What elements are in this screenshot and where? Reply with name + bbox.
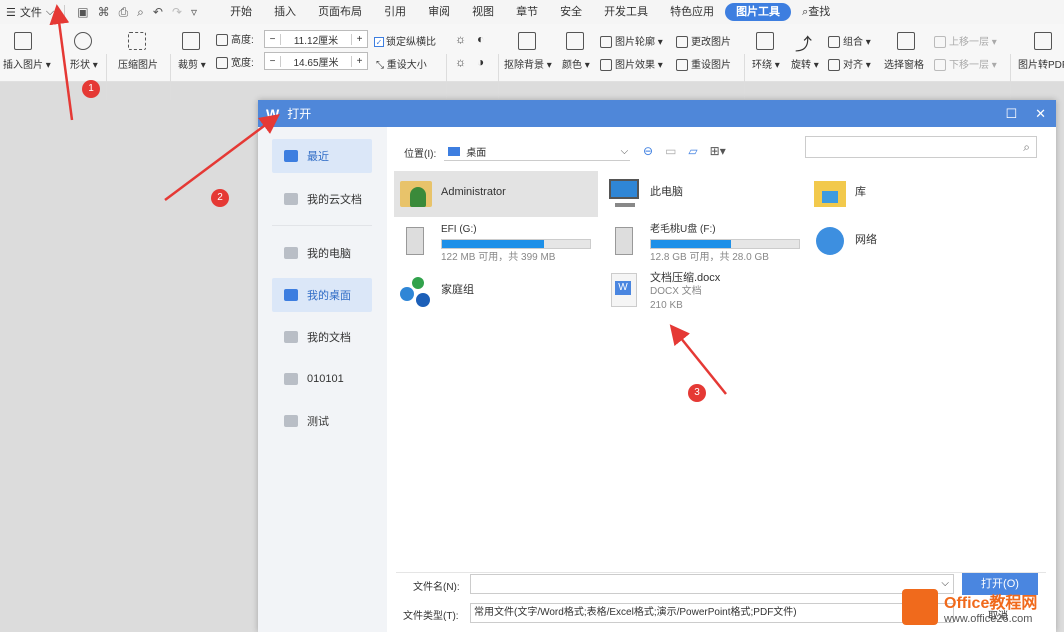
office-logo-icon <box>902 589 938 625</box>
annotation-marker: 2 <box>211 189 229 207</box>
watermark-url: www.office26.com <box>944 613 1033 625</box>
annotation-arrow <box>164 114 281 202</box>
annotation-arrow <box>49 4 74 121</box>
annotation-marker: 1 <box>82 80 100 98</box>
annotation-marker: 3 <box>688 384 706 402</box>
watermark: Office教程网 www.office26.com <box>902 582 1064 632</box>
watermark-title: Office教程网 <box>944 595 1038 612</box>
annotation-arrows <box>49 4 727 395</box>
